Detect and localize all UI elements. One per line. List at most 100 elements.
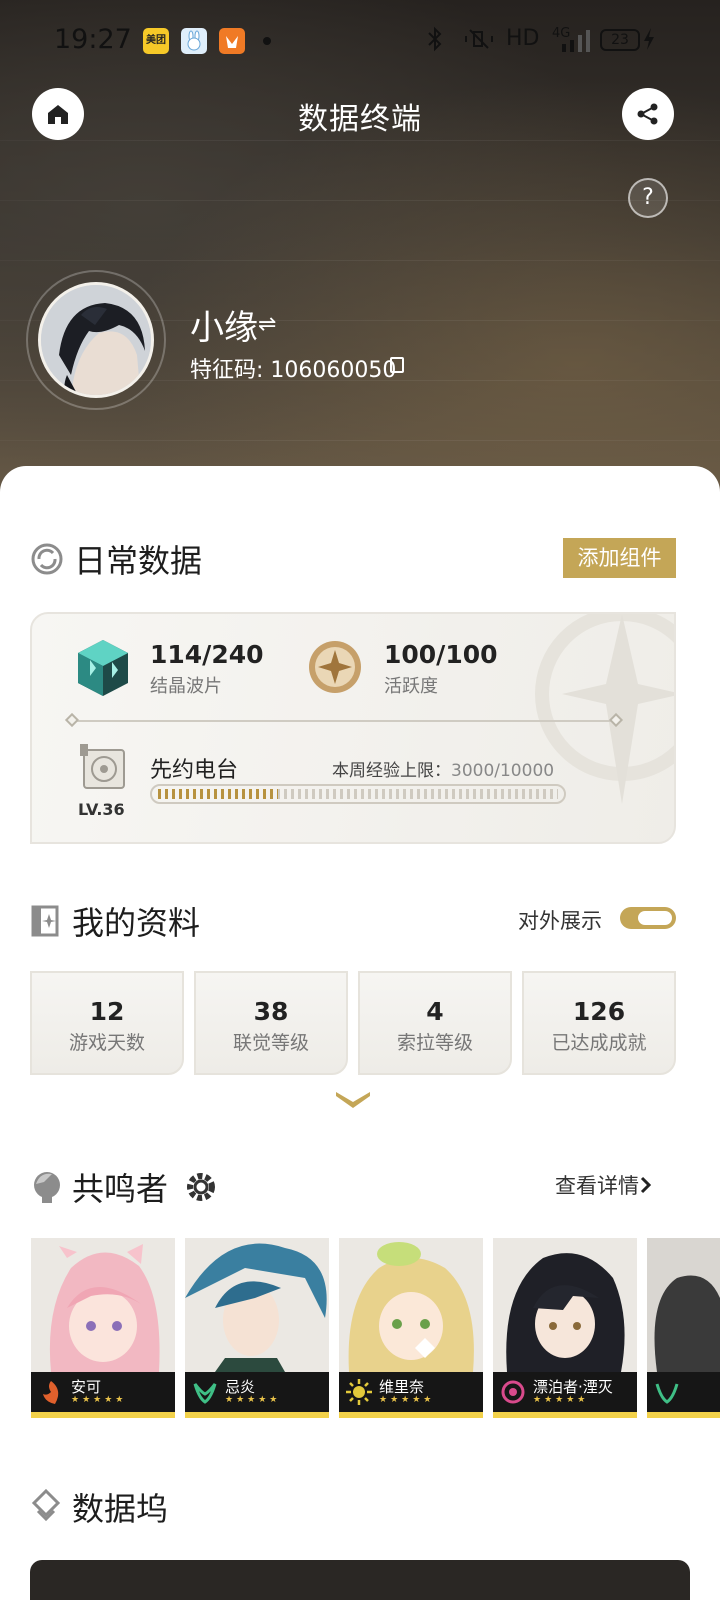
databank-card[interactable]: [30, 1560, 690, 1600]
stat-value: 12: [89, 997, 125, 1026]
copy-icon[interactable]: [390, 357, 404, 373]
resonator-stars: ★★★★★: [225, 1395, 281, 1405]
havoc-element-icon: [501, 1380, 525, 1404]
background-wave: [0, 260, 720, 262]
weekly-exp: 本周经验上限：3000/10000: [332, 756, 554, 781]
crystal-waveplate-icon: [78, 640, 128, 696]
activity-value: 100/100: [384, 640, 498, 669]
stat-label: 索拉等级: [396, 1032, 473, 1054]
daily-card: 114/240 结晶波片 100/100 活跃度 LV.36 先约电台 本周经验…: [30, 612, 676, 844]
resonator-stars: ★★★★★: [533, 1395, 589, 1405]
resonator-portrait: [185, 1238, 329, 1372]
resonator-portrait: [647, 1238, 720, 1372]
share-button[interactable]: [622, 88, 674, 140]
resonator-card[interactable]: 维里奈 ★★★★★: [339, 1238, 483, 1418]
profile-title: 我的资料: [72, 904, 201, 942]
weekly-exp-fill: [158, 789, 278, 799]
status-bar: 19:27 美团 HD 4G 23: [0, 0, 720, 80]
battery-indicator: 23: [600, 29, 640, 51]
resonator-name: 忌炎: [225, 1378, 256, 1396]
weekly-exp-value: 3000/10000: [451, 761, 555, 781]
resonator-card-partial[interactable]: [647, 1238, 720, 1418]
resonator-card[interactable]: 安可 ★★★★★: [31, 1238, 175, 1418]
background-wave: [0, 440, 720, 442]
stat-play-days[interactable]: 12 游戏天数: [30, 971, 184, 1075]
resonators-section-header: 共鸣者: [30, 1164, 218, 1210]
resonator-name: 漂泊者·湮灭: [533, 1378, 613, 1396]
rarity-bar: [185, 1412, 329, 1418]
radio-icon: [80, 744, 125, 789]
card-divider: [72, 720, 616, 722]
signal-icon: [560, 30, 592, 58]
daily-data-icon: [31, 543, 63, 575]
profile-card-icon: [31, 905, 59, 937]
stat-value: 126: [572, 997, 626, 1026]
settings-gear-icon[interactable]: [184, 1170, 218, 1204]
aero-element-icon: [655, 1383, 679, 1404]
add-widget-button[interactable]: 添加组件: [563, 538, 676, 578]
expand-chevron-icon[interactable]: [334, 1090, 372, 1110]
switch-account-icon[interactable]: ⇌: [258, 312, 276, 337]
uid-value: 106060050: [270, 358, 397, 383]
resonator-head-icon: [34, 1172, 60, 1203]
databank-title: 数据坞: [72, 1490, 169, 1528]
page-title: 数据终端: [298, 102, 422, 137]
divider-dot: [64, 712, 80, 728]
user-id: 特征码: 106060050: [190, 352, 396, 384]
view-details-link[interactable]: 查看详情: [555, 1170, 653, 1200]
username: 小缘: [190, 308, 258, 348]
stat-union-level[interactable]: 38 联觉等级: [194, 971, 348, 1075]
public-display-toggle[interactable]: [620, 907, 676, 929]
resonator-card[interactable]: 漂泊者·湮灭 ★★★★★: [493, 1238, 637, 1418]
rarity-bar: [339, 1412, 483, 1418]
resonator-name: 维里奈: [379, 1378, 425, 1396]
background-wave: [0, 140, 720, 142]
background-wave: [0, 200, 720, 202]
chevron-right-icon: [640, 1176, 652, 1194]
public-display-label: 对外展示: [518, 909, 602, 933]
activity-coin-icon: [309, 641, 361, 693]
stat-label: 游戏天数: [68, 1032, 145, 1054]
rarity-bar: [31, 1412, 175, 1418]
activity-label: 活跃度: [384, 676, 438, 697]
help-button[interactable]: ?: [628, 178, 668, 218]
stat-label: 联觉等级: [232, 1032, 309, 1054]
resonator-portrait: [31, 1238, 175, 1372]
rarity-bar: [647, 1412, 720, 1418]
notification-dot: [263, 37, 271, 45]
mute-icon: [462, 26, 496, 58]
stat-value: 4: [426, 997, 444, 1026]
resonator-portrait: [339, 1238, 483, 1372]
waveplate-value: 114/240: [150, 640, 264, 669]
share-icon: [637, 103, 658, 125]
avatar[interactable]: [38, 282, 154, 398]
rarity-bar: [493, 1412, 637, 1418]
meituan-app-icon: 美团: [143, 28, 169, 54]
stat-sol-level[interactable]: 4 索拉等级: [358, 971, 512, 1075]
resonator-portrait: [493, 1238, 637, 1372]
databank-section-header: 数据坞: [30, 1484, 168, 1530]
waveplate-label: 结晶波片: [150, 676, 222, 697]
rabbit-app-icon: [181, 28, 207, 54]
daily-section-header: 日常数据: [30, 536, 202, 582]
radio-name: 先约电台: [150, 758, 239, 783]
resonators-title: 共鸣者: [72, 1170, 169, 1208]
charging-icon: [642, 26, 656, 58]
view-details-label: 查看详情: [555, 1174, 639, 1198]
spectro-element-icon: [346, 1379, 372, 1405]
fox-app-icon: [219, 28, 245, 54]
resonator-stars: ★★★★★: [379, 1395, 435, 1405]
stat-value: 38: [253, 997, 289, 1026]
uid-label: 特征码:: [190, 358, 264, 383]
bluetooth-icon: [424, 26, 446, 58]
profile-section-header: 我的资料: [30, 898, 200, 944]
hd-indicator: HD: [506, 26, 540, 51]
status-time: 19:27: [54, 24, 132, 55]
aero-element-icon: [193, 1383, 217, 1404]
resonator-name: 安可: [71, 1378, 102, 1396]
stat-label: 已达成成就: [551, 1032, 647, 1054]
stat-achievements[interactable]: 126 已达成成就: [522, 971, 676, 1075]
resonator-card[interactable]: 忌炎 ★★★★★: [185, 1238, 329, 1418]
weekly-exp-progress: [150, 784, 566, 804]
weekly-exp-label: 本周经验上限：: [332, 761, 451, 781]
